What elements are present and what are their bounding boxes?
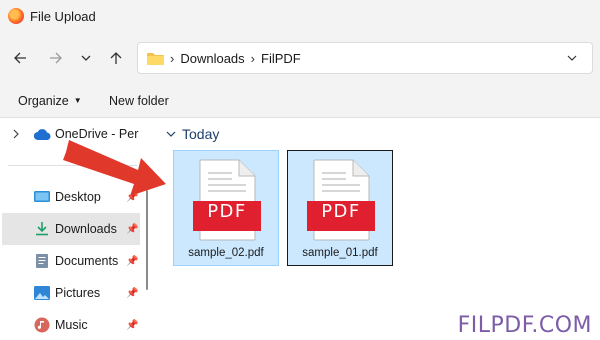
sidebar-item-label: Documents [55,254,119,268]
new-folder-button[interactable]: New folder [109,94,169,108]
pin-icon[interactable]: 📌 [126,256,138,267]
sidebar-scrollbar[interactable] [146,190,148,290]
group-label: Today [182,126,220,142]
forward-button[interactable] [46,48,66,68]
pictures-icon [34,286,50,300]
file-item[interactable]: PDF sample_01.pdf [287,150,393,266]
navigation-bar: › Downloads › FilPDF [0,32,600,84]
pin-icon[interactable]: 📌 [126,320,138,331]
file-item[interactable]: PDF sample_02.pdf [173,150,279,266]
sidebar-item-label: Downloads [55,222,117,236]
arrow-left-icon [14,52,26,64]
navigation-pane: OneDrive - Personal Desktop 📌 Downloads … [0,118,150,340]
file-list: Today PDF sample_02.pdf PDF sample_01.pd… [150,118,600,340]
file-type-badge: PDF [321,201,361,222]
breadcrumb-downloads[interactable]: Downloads [180,51,244,66]
organize-button[interactable]: Organize ▼ [18,94,82,108]
folder-icon [147,52,164,65]
new-folder-label: New folder [109,93,169,108]
chevron-down-icon [166,131,176,137]
cloud-icon [34,128,51,140]
chevron-down-icon [81,55,91,61]
address-dropdown-icon[interactable] [566,52,578,64]
arrow-right-icon [50,52,62,64]
file-type-badge: PDF [207,201,247,222]
sidebar-item-label: Pictures [55,286,101,300]
sidebar-item-onedrive[interactable]: OneDrive - Personal [2,118,140,150]
pdf-file-icon [307,159,375,241]
sidebar-item-documents[interactable]: Documents 📌 [2,245,140,277]
address-bar[interactable]: › Downloads › FilPDF [137,42,593,74]
sidebar-item-music[interactable]: Music 📌 [2,309,140,340]
file-name: sample_02.pdf [188,247,264,259]
group-header-today[interactable]: Today [166,126,219,142]
sidebar-item-label: Music [55,318,88,332]
arrow-up-icon [110,52,122,64]
divider [8,165,138,166]
file-name: sample_01.pdf [302,247,378,259]
sidebar-item-label: Desktop [55,190,101,204]
pdf-file-icon [193,159,261,241]
sidebar-item-downloads[interactable]: Downloads 📌 [2,213,140,245]
back-button[interactable] [10,48,30,68]
desktop-icon [34,191,50,202]
up-button[interactable] [106,48,126,68]
music-icon [34,317,50,333]
download-icon [36,222,48,236]
sidebar-item-pictures[interactable]: Pictures 📌 [2,277,140,309]
title-bar: File Upload [0,0,600,32]
watermark: FILPDF.COM [457,313,592,338]
recent-locations-button[interactable] [76,48,96,68]
document-icon [36,254,48,268]
pin-icon[interactable]: 📌 [126,224,138,235]
breadcrumb-separator: › [250,50,256,66]
sidebar-item-label: OneDrive - Personal [55,127,139,141]
pin-icon[interactable]: 📌 [126,288,138,299]
chevron-right-icon[interactable] [12,129,20,139]
sidebar-item-desktop[interactable]: Desktop 📌 [2,181,140,213]
window-title: File Upload [30,8,96,24]
pin-icon[interactable]: 📌 [126,192,138,203]
breadcrumb-separator: › [170,50,175,66]
command-bar: Organize ▼ New folder [0,84,600,118]
firefox-icon [8,8,24,24]
breadcrumb-filpdf[interactable]: FilPDF [261,51,301,66]
organize-label: Organize [18,93,69,108]
caret-down-icon: ▼ [73,96,82,105]
